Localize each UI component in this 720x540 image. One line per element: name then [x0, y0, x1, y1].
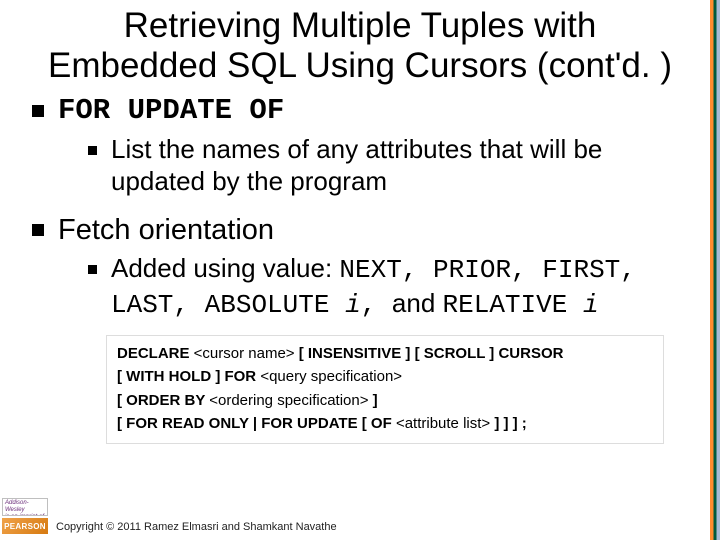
slide: Retrieving Multiple Tuples with Embedded…: [0, 0, 720, 540]
cursor-declare-syntax: DECLARE <cursor name> [ INSENSITIVE ] [ …: [106, 335, 664, 444]
text-run: ,: [402, 255, 433, 285]
bullet-text: FOR UPDATE OF: [58, 93, 284, 129]
pearson-logo: PEARSON: [2, 518, 48, 534]
text-run: ,: [361, 290, 392, 320]
bullet-level1: Fetch orientation: [32, 212, 690, 248]
bullet-square-icon: [88, 265, 97, 274]
slide-footer: Addison-Wesley is an imprint of PEARSON …: [0, 498, 720, 540]
slide-content: FOR UPDATE OF List the names of any attr…: [0, 87, 720, 445]
syntax-line: DECLARE <cursor name> [ INSENSITIVE ] [ …: [117, 342, 653, 365]
code-run: LAST: [111, 290, 173, 320]
code-run: PRIOR: [433, 255, 511, 285]
code-italic-run: i: [583, 290, 599, 320]
bullet-square-icon: [32, 224, 44, 236]
code-run: NEXT: [339, 255, 401, 285]
syntax-keyword: ]: [369, 392, 378, 409]
bullet-text: List the names of any attributes that wi…: [111, 133, 690, 198]
code-run: FIRST: [542, 255, 620, 285]
publisher-logos: Addison-Wesley is an imprint of PEARSON: [2, 498, 48, 534]
addison-wesley-logo: Addison-Wesley is an imprint of: [2, 498, 48, 516]
text-run: ,: [511, 255, 542, 285]
syntax-keyword: ] ] ] ;: [490, 415, 527, 432]
code-run: RELATIVE: [443, 290, 583, 320]
bullet-square-icon: [88, 146, 97, 155]
text-run: and: [392, 288, 443, 318]
bullet-level2: Added using value: NEXT, PRIOR, FIRST, L…: [88, 252, 690, 321]
syntax-line: [ WITH HOLD ] FOR <query specification>: [117, 365, 653, 388]
code-italic-run: i: [345, 290, 361, 320]
bullet-text: Fetch orientation: [58, 212, 274, 248]
decorative-edge-stripe: [710, 0, 720, 540]
text-run: Added using value:: [111, 253, 339, 283]
syntax-keyword: [ FOR READ ONLY | FOR UPDATE [ OF: [117, 415, 396, 432]
text-run: ,: [173, 290, 204, 320]
logo-line: is an imprint of: [5, 514, 45, 516]
syntax-keyword: DECLARE: [117, 345, 194, 362]
syntax-keyword: [ ORDER BY: [117, 392, 209, 409]
code-run: ABSOLUTE: [205, 290, 345, 320]
slide-title: Retrieving Multiple Tuples with Embedded…: [0, 0, 720, 87]
copyright-text: Copyright © 2011 Ramez Elmasri and Shamk…: [56, 521, 337, 534]
syntax-line: [ FOR READ ONLY | FOR UPDATE [ OF <attri…: [117, 412, 653, 435]
bullet-text: Added using value: NEXT, PRIOR, FIRST, L…: [111, 252, 690, 321]
syntax-keyword: [ INSENSITIVE ] [ SCROLL ] CURSOR: [295, 345, 564, 362]
text-run: ,: [620, 255, 636, 285]
syntax-keyword: [ WITH HOLD ] FOR: [117, 368, 260, 385]
syntax-placeholder: <ordering specification>: [209, 392, 368, 409]
syntax-placeholder: <query specification>: [260, 368, 402, 385]
syntax-placeholder: <attribute list>: [396, 415, 490, 432]
syntax-line: [ ORDER BY <ordering specification> ]: [117, 389, 653, 412]
logo-line: Addison-Wesley: [5, 500, 45, 514]
bullet-square-icon: [32, 105, 44, 117]
syntax-placeholder: <cursor name>: [194, 345, 295, 362]
bullet-level2: List the names of any attributes that wi…: [88, 133, 690, 198]
bullet-level1: FOR UPDATE OF: [32, 93, 690, 129]
